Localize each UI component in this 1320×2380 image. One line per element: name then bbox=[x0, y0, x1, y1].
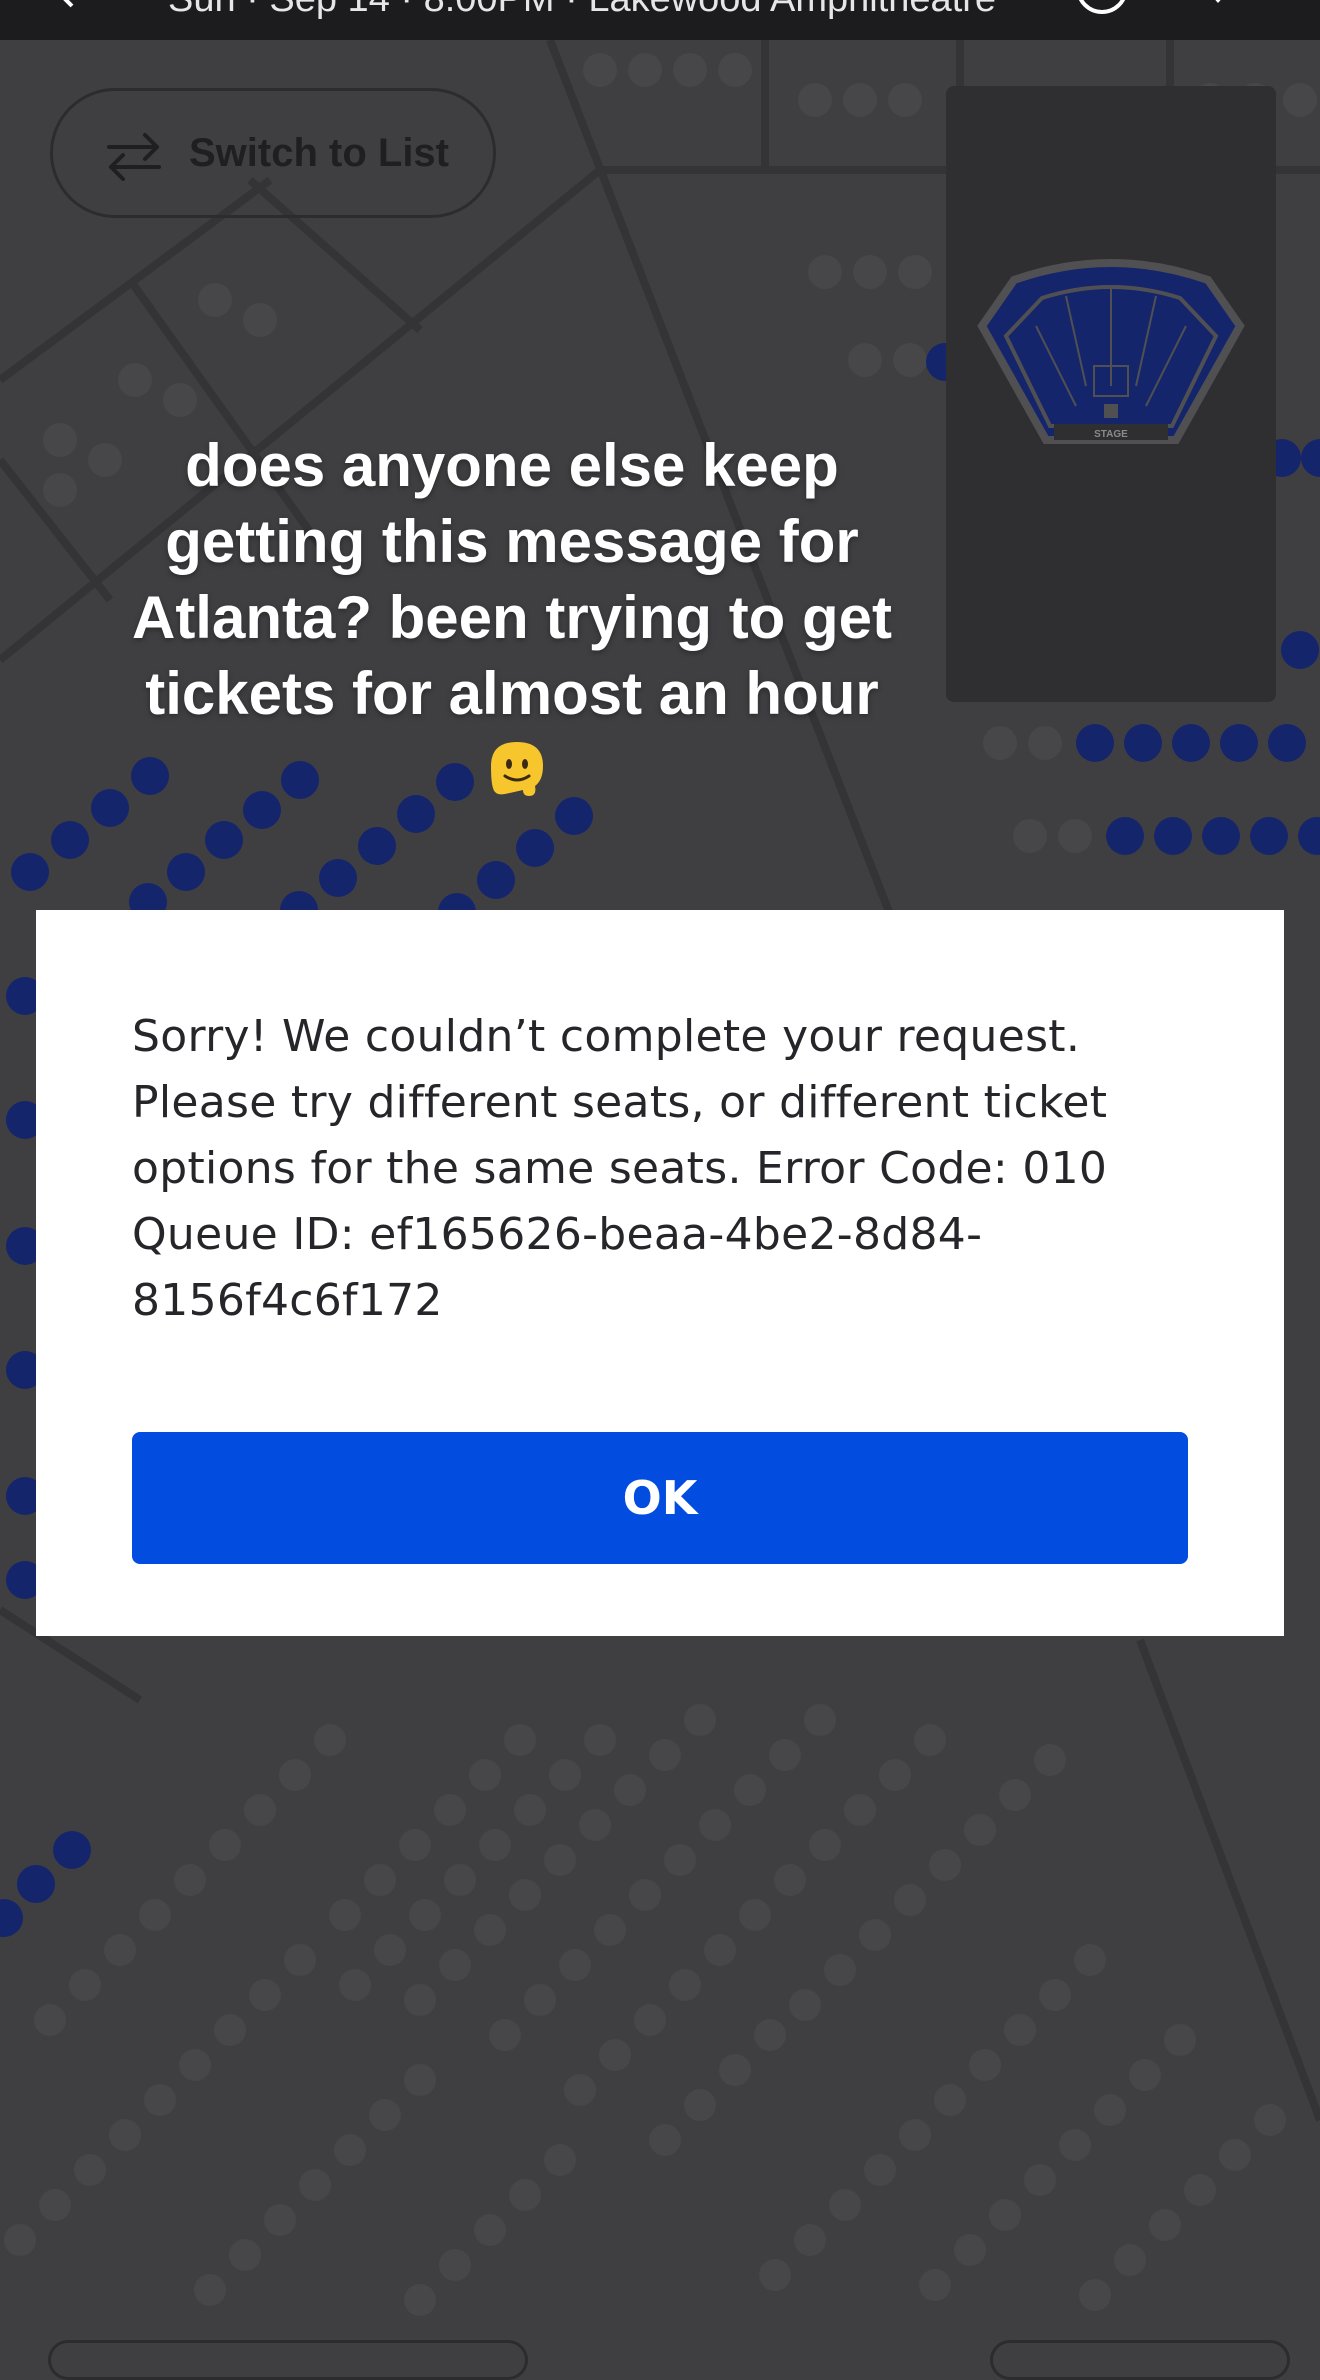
ok-button[interactable]: OK bbox=[132, 1432, 1188, 1564]
overlay-caption: does anyone else keep getting this messa… bbox=[100, 428, 924, 808]
event-header: Sun · Sep 14 · 8:00PM · Lakewood Amphith… bbox=[0, 0, 1320, 40]
caption-text: does anyone else keep getting this messa… bbox=[131, 432, 893, 727]
error-dialog: Sorry! We couldn’t complete your request… bbox=[36, 910, 1284, 1636]
melting-face-emoji bbox=[491, 742, 543, 796]
error-message: Sorry! We couldn’t complete your request… bbox=[132, 1011, 1108, 1326]
event-info: Sun · Sep 14 · 8:00PM · Lakewood Amphith… bbox=[168, 0, 996, 21]
minimap-stage-label: STAGE bbox=[1094, 429, 1128, 440]
info-icon[interactable] bbox=[1074, 0, 1130, 16]
venue-minimap[interactable]: STAGE bbox=[946, 86, 1276, 702]
heart-icon[interactable] bbox=[1200, 0, 1236, 8]
switch-to-list-button[interactable]: Switch to List bbox=[50, 88, 496, 218]
swap-arrows-icon bbox=[107, 133, 161, 181]
switch-to-list-label: Switch to List bbox=[189, 131, 449, 175]
filter-button[interactable] bbox=[48, 2340, 528, 2380]
price-button[interactable] bbox=[990, 2340, 1290, 2380]
chevron-left-icon[interactable] bbox=[52, 0, 80, 10]
